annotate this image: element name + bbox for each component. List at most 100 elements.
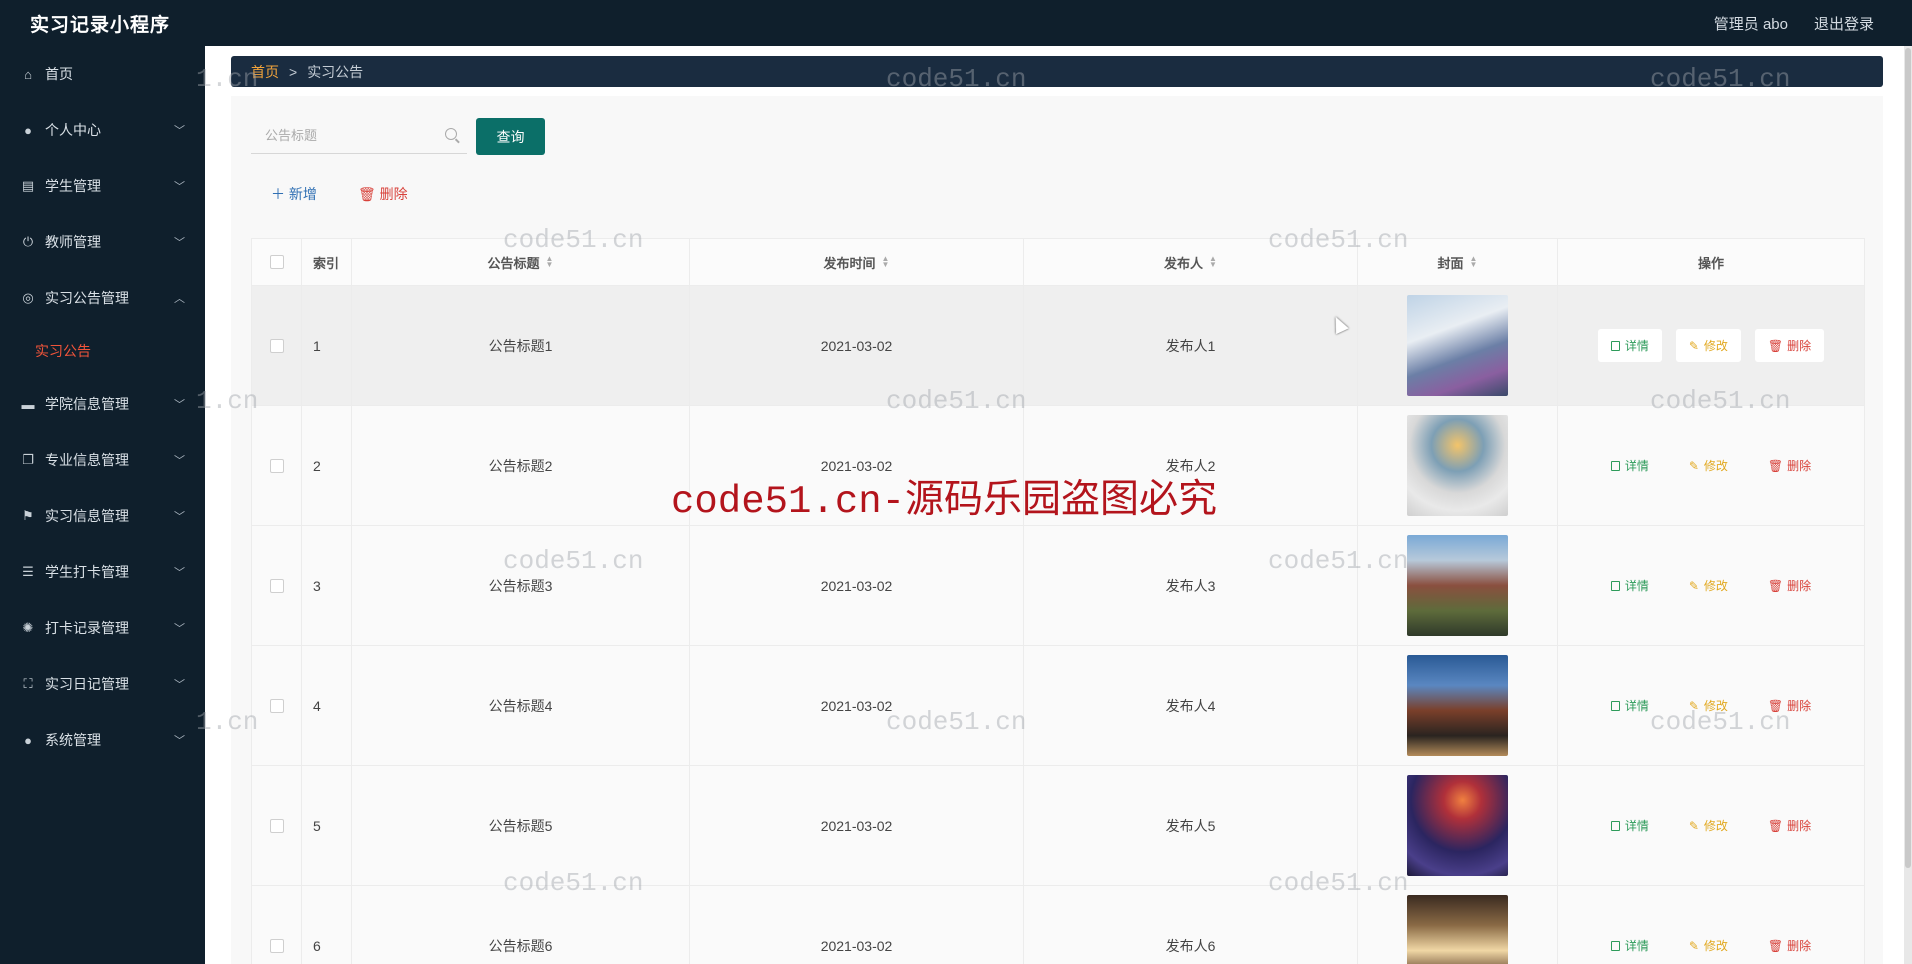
top-bar: 实习记录小程序 管理员 abo 退出登录 [0, 0, 1912, 46]
table-row[interactable]: 3 公告标题3 2021-03-02 发布人3 详情 ✎ 修改 🗑 删除 [251, 526, 1865, 646]
column-header-publisher[interactable]: 发布人 ▲ ▼ [1024, 239, 1358, 285]
sidebar-item-checkins[interactable]: ☰ 学生打卡管理 ﹀ [0, 544, 205, 600]
column-header-time[interactable]: 发布时间 ▲ ▼ [690, 239, 1024, 285]
edit-button[interactable]: ✎ 修改 [1676, 569, 1741, 602]
delete-button[interactable]: 🗑 删除 [1755, 689, 1824, 722]
detail-button[interactable]: 详情 [1598, 449, 1662, 482]
column-header-cover[interactable]: 封面 ▲ ▼ [1358, 239, 1558, 285]
table-row[interactable]: 2 公告标题2 2021-03-02 发布人2 详情 ✎ 修改 🗑 删除 [251, 406, 1865, 526]
row-title: 公告标题3 [352, 526, 690, 645]
breadcrumb-home[interactable]: 首页 [251, 62, 279, 82]
sidebar-item-announcements[interactable]: ◎ 实习公告管理 ︿ [0, 270, 205, 326]
detail-button[interactable]: 详情 [1598, 929, 1662, 962]
table-row[interactable]: 5 公告标题5 2021-03-02 发布人5 详情 ✎ 修改 🗑 删除 [251, 766, 1865, 886]
delete-button[interactable]: 🗑 删除 [1755, 929, 1824, 962]
detail-label: 详情 [1624, 339, 1649, 353]
detail-label: 详情 [1624, 699, 1649, 713]
table-row[interactable]: 6 公告标题6 2021-03-02 发布人6 详情 ✎ 修改 🗑 删除 [251, 886, 1865, 964]
edit-label: 修改 [1703, 939, 1728, 953]
delete-label: 删除 [1787, 459, 1812, 473]
search-input[interactable]: 公告标题 [251, 116, 467, 154]
row-index: 6 [302, 886, 352, 964]
aperture-icon: ✺ [22, 620, 34, 635]
add-button[interactable]: ＋ 新增 [271, 184, 317, 204]
plus-icon: ＋ [271, 186, 285, 202]
power-icon: ⏻ [22, 234, 34, 249]
detail-button[interactable]: 详情 [1598, 569, 1662, 602]
compass-icon: ◎ [22, 290, 34, 305]
detail-button[interactable]: 详情 [1598, 809, 1662, 842]
trash-icon: 🗑 [1767, 698, 1784, 713]
sidebar-subitem-announcement[interactable]: 实习公告 [0, 326, 205, 376]
column-cover-label: 封面 [1437, 255, 1464, 271]
list-icon: ☰ [22, 564, 34, 579]
copy-icon: ❐ [22, 452, 34, 467]
batch-delete-button[interactable]: 🗑 删除 [358, 184, 408, 204]
sidebar-item-majors[interactable]: ❐ 专业信息管理 ﹀ [0, 432, 205, 488]
table-row[interactable]: 4 公告标题4 2021-03-02 发布人4 详情 ✎ 修改 🗑 删除 [251, 646, 1865, 766]
sidebar-item-label: 实习信息管理 [45, 508, 129, 524]
edit-button[interactable]: ✎ 修改 [1676, 929, 1741, 962]
table-row[interactable]: 1 公告标题1 2021-03-02 发布人1 详情 ✎ 修改 🗑 删除 [251, 286, 1865, 406]
sidebar-item-system[interactable]: ● 系统管理 ﹀ [0, 712, 205, 768]
edit-button[interactable]: ✎ 修改 [1675, 329, 1741, 362]
row-index: 3 [302, 526, 352, 645]
document-icon [1610, 580, 1620, 591]
logout-link[interactable]: 退出登录 [1814, 13, 1874, 34]
sort-icon[interactable]: ▲ ▼ [882, 255, 890, 269]
detail-label: 详情 [1624, 939, 1649, 953]
row-checkbox[interactable] [269, 698, 284, 713]
row-index: 1 [302, 286, 352, 405]
detail-button[interactable]: 详情 [1598, 689, 1662, 722]
row-checkbox[interactable] [269, 578, 284, 593]
query-button[interactable]: 查询 [476, 118, 545, 155]
detail-button[interactable]: 详情 [1597, 329, 1662, 362]
scrollbar-thumb[interactable] [1905, 48, 1911, 868]
chevron-up-icon: ︿ [174, 293, 185, 305]
chevron-down-icon: ﹀ [174, 735, 185, 747]
sort-icon[interactable]: ▲ ▼ [1470, 255, 1478, 269]
chevron-down-icon: ﹀ [174, 623, 185, 635]
sidebar-item-students[interactable]: ▤ 学生管理 ﹀ [0, 158, 205, 214]
pencil-icon: ✎ [1688, 818, 1699, 833]
row-publisher: 发布人6 [1024, 886, 1358, 964]
row-checkbox[interactable] [269, 938, 284, 953]
sort-icon[interactable]: ▲ ▼ [546, 255, 554, 269]
user-icon: ● [24, 732, 32, 748]
row-title: 公告标题1 [352, 286, 690, 405]
select-all-checkbox[interactable] [269, 255, 284, 269]
document-icon [1610, 340, 1620, 351]
breadcrumb-separator: > [289, 63, 298, 80]
row-publisher: 发布人3 [1024, 526, 1358, 645]
row-checkbox[interactable] [269, 818, 284, 833]
chevron-down-icon: ﹀ [174, 455, 185, 467]
sidebar-item-home[interactable]: ⌂ 首页 [0, 46, 205, 102]
sidebar-item-checkin-records[interactable]: ✺ 打卡记录管理 ﹀ [0, 600, 205, 656]
cover-image [1407, 775, 1508, 876]
delete-button[interactable]: 🗑 删除 [1755, 449, 1824, 482]
edit-button[interactable]: ✎ 修改 [1676, 809, 1741, 842]
sort-icon[interactable]: ▲ ▼ [1209, 255, 1217, 269]
sidebar-item-label: 首页 [45, 66, 73, 82]
delete-button[interactable]: 🗑 删除 [1755, 809, 1824, 842]
sidebar-item-diaries[interactable]: ⛶ 实习日记管理 ﹀ [0, 656, 205, 712]
document-icon [1610, 700, 1620, 711]
page-scrollbar[interactable] [1904, 46, 1912, 964]
edit-button[interactable]: ✎ 修改 [1676, 689, 1741, 722]
cover-image [1407, 535, 1508, 636]
pencil-icon: ✎ [1688, 458, 1699, 473]
delete-button[interactable]: 🗑 删除 [1754, 329, 1825, 362]
sidebar-item-teachers[interactable]: ⏻ 教师管理 ﹀ [0, 214, 205, 270]
document-icon [1610, 820, 1620, 831]
delete-label: 删除 [1787, 579, 1812, 593]
edit-button[interactable]: ✎ 修改 [1676, 449, 1741, 482]
delete-button[interactable]: 🗑 删除 [1755, 569, 1824, 602]
column-header-title[interactable]: 公告标题 ▲ ▼ [352, 239, 690, 285]
sidebar-item-label: 实习日记管理 [45, 676, 129, 692]
sidebar-item-colleges[interactable]: ▬ 学院信息管理 ﹀ [0, 376, 205, 432]
sidebar-item-internships[interactable]: ⚑ 实习信息管理 ﹀ [0, 488, 205, 544]
row-checkbox[interactable] [269, 338, 284, 353]
sidebar-item-profile[interactable]: ● 个人中心 ﹀ [0, 102, 205, 158]
sidebar-item-label: 实习公告管理 [45, 290, 129, 306]
row-checkbox[interactable] [269, 458, 284, 473]
